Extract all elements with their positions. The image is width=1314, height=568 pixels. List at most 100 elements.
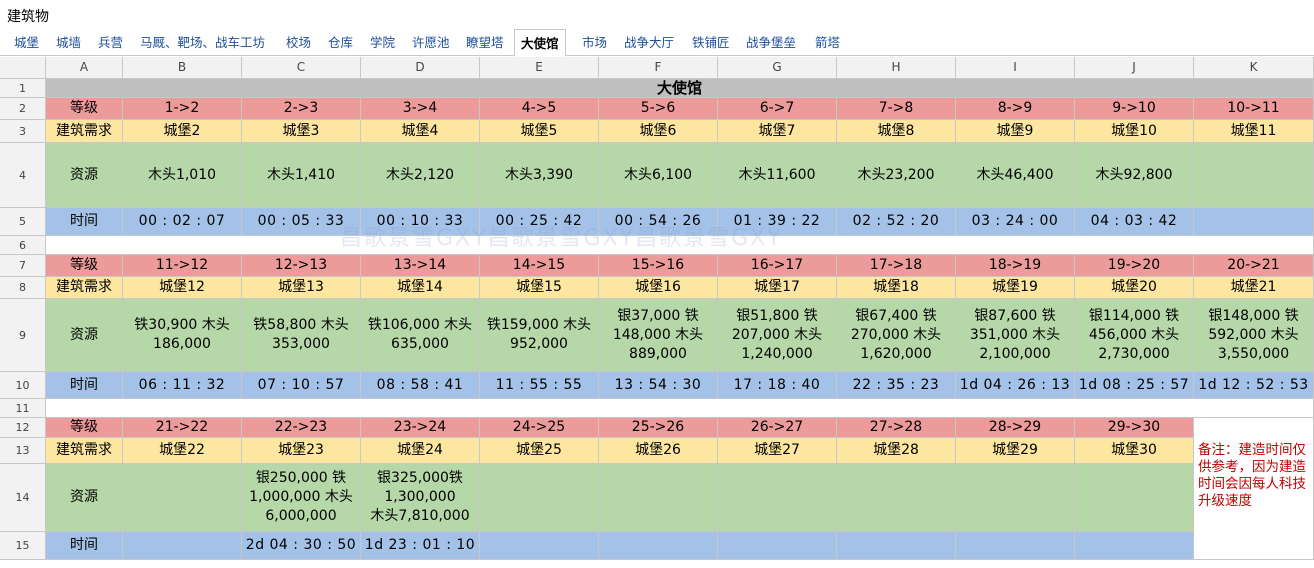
column-header-K[interactable]: K — [1194, 57, 1314, 79]
time-cell[interactable]: 17 : 18 : 40 — [718, 372, 837, 399]
level-cell[interactable]: 3->4 — [361, 98, 480, 120]
level-cell[interactable]: 16->17 — [718, 255, 837, 277]
row-header-13[interactable]: 13 — [0, 438, 46, 464]
time-cell[interactable]: 08 : 58 : 41 — [361, 372, 480, 399]
row-header-12[interactable]: 12 — [0, 418, 46, 438]
level-cell[interactable]: 6->7 — [718, 98, 837, 120]
requirement-cell[interactable]: 城堡6 — [599, 120, 718, 143]
tab-7[interactable]: 学院 — [370, 30, 395, 56]
time-label-cell[interactable]: 时间 — [46, 372, 123, 399]
note-cell[interactable]: 备注：建造时间仅供参考，因为建造时间会因每人科技升级速度 — [1194, 418, 1314, 560]
time-cell[interactable]: 00 : 54 : 26 — [599, 208, 718, 236]
resources-label-cell[interactable]: 资源 — [46, 464, 123, 532]
resources-cell[interactable]: 银250,000 铁 1,000,000 木头 6,000,000 — [242, 464, 361, 532]
resources-cell[interactable]: 木头3,390 — [480, 143, 599, 208]
level-cell[interactable]: 24->25 — [480, 418, 599, 438]
requirement-cell[interactable]: 城堡17 — [718, 277, 837, 299]
column-header-J[interactable]: J — [1075, 57, 1194, 79]
tab-5[interactable]: 校场 — [286, 30, 311, 56]
tab-14[interactable]: 战争堡垒 — [746, 30, 796, 56]
level-cell[interactable]: 12->13 — [242, 255, 361, 277]
resources-cell[interactable]: 铁30,900 木头 186,000 — [123, 299, 242, 372]
column-header-D[interactable]: D — [361, 57, 480, 79]
resources-cell[interactable]: 木头6,100 — [599, 143, 718, 208]
resources-cell[interactable] — [837, 464, 956, 532]
tab-2[interactable]: 城墙 — [56, 30, 81, 56]
requirement-cell[interactable]: 城堡12 — [123, 277, 242, 299]
tab-10[interactable]: 大使馆 — [514, 29, 566, 57]
time-cell[interactable]: 07 : 10 : 57 — [242, 372, 361, 399]
resources-label-cell[interactable]: 资源 — [46, 143, 123, 208]
time-cell[interactable] — [1194, 208, 1314, 236]
time-cell[interactable]: 04 : 03 : 42 — [1075, 208, 1194, 236]
requirement-cell[interactable]: 城堡14 — [361, 277, 480, 299]
requirement-cell[interactable]: 城堡24 — [361, 438, 480, 464]
requirement-label-cell[interactable]: 建筑需求 — [46, 120, 123, 143]
time-cell[interactable]: 01 : 39 : 22 — [718, 208, 837, 236]
level-cell[interactable]: 22->23 — [242, 418, 361, 438]
time-cell[interactable] — [1075, 532, 1194, 560]
row-header-2[interactable]: 2 — [0, 98, 46, 120]
level-cell[interactable]: 13->14 — [361, 255, 480, 277]
time-cell[interactable] — [123, 532, 242, 560]
requirement-cell[interactable]: 城堡21 — [1194, 277, 1314, 299]
requirement-cell[interactable]: 城堡10 — [1075, 120, 1194, 143]
level-cell[interactable]: 25->26 — [599, 418, 718, 438]
level-cell[interactable]: 9->10 — [1075, 98, 1194, 120]
tab-1[interactable]: 城堡 — [14, 30, 39, 56]
resources-cell[interactable]: 铁58,800 木头 353,000 — [242, 299, 361, 372]
row-header-8[interactable]: 8 — [0, 277, 46, 299]
resources-cell[interactable] — [123, 464, 242, 532]
tab-13[interactable]: 铁铺匠 — [692, 30, 730, 56]
row-header-11[interactable]: 11 — [0, 399, 46, 418]
requirement-cell[interactable]: 城堡11 — [1194, 120, 1314, 143]
resources-cell[interactable]: 银114,000 铁 456,000 木头 2,730,000 — [1075, 299, 1194, 372]
time-cell[interactable] — [837, 532, 956, 560]
level-label-cell[interactable]: 等级 — [46, 418, 123, 438]
requirement-cell[interactable]: 城堡13 — [242, 277, 361, 299]
blank-row-6[interactable] — [46, 236, 1314, 255]
resources-cell[interactable] — [718, 464, 837, 532]
time-cell[interactable]: 00 : 10 : 33 — [361, 208, 480, 236]
tab-15[interactable]: 箭塔 — [815, 30, 840, 56]
row-header-14[interactable]: 14 — [0, 464, 46, 532]
resources-cell[interactable]: 银87,600 铁 351,000 木头 2,100,000 — [956, 299, 1075, 372]
resources-cell[interactable]: 铁106,000 木头 635,000 — [361, 299, 480, 372]
level-cell[interactable]: 8->9 — [956, 98, 1075, 120]
level-cell[interactable]: 2->3 — [242, 98, 361, 120]
resources-cell[interactable]: 铁159,000 木头 952,000 — [480, 299, 599, 372]
row-header-7[interactable]: 7 — [0, 255, 46, 277]
time-cell[interactable]: 22 : 35 : 23 — [837, 372, 956, 399]
time-cell[interactable]: 00 : 02 : 07 — [123, 208, 242, 236]
requirement-cell[interactable]: 城堡16 — [599, 277, 718, 299]
level-cell[interactable]: 10->11 — [1194, 98, 1314, 120]
row-header-9[interactable]: 9 — [0, 299, 46, 372]
tab-4[interactable]: 马厩、靶场、战车工坊 — [140, 30, 265, 56]
level-cell[interactable]: 28->29 — [956, 418, 1075, 438]
requirement-cell[interactable]: 城堡29 — [956, 438, 1075, 464]
resources-cell[interactable]: 木头23,200 — [837, 143, 956, 208]
level-cell[interactable]: 4->5 — [480, 98, 599, 120]
resources-cell[interactable] — [480, 464, 599, 532]
requirement-cell[interactable]: 城堡3 — [242, 120, 361, 143]
row-header-10[interactable]: 10 — [0, 372, 46, 399]
level-cell[interactable]: 1->2 — [123, 98, 242, 120]
resources-cell[interactable]: 木头11,600 — [718, 143, 837, 208]
requirement-cell[interactable]: 城堡25 — [480, 438, 599, 464]
blank-row-11[interactable] — [46, 399, 1314, 418]
resources-cell[interactable]: 木头92,800 — [1075, 143, 1194, 208]
resources-cell[interactable]: 木头2,120 — [361, 143, 480, 208]
time-cell[interactable]: 1d 23 : 01 : 10 — [361, 532, 480, 560]
time-cell[interactable] — [956, 532, 1075, 560]
level-cell[interactable]: 15->16 — [599, 255, 718, 277]
column-header-B[interactable]: B — [123, 57, 242, 79]
level-cell[interactable]: 26->27 — [718, 418, 837, 438]
requirement-cell[interactable]: 城堡22 — [123, 438, 242, 464]
time-label-cell[interactable]: 时间 — [46, 208, 123, 236]
tab-3[interactable]: 兵营 — [98, 30, 123, 56]
tab-9[interactable]: 瞭望塔 — [466, 30, 504, 56]
row-header-4[interactable]: 4 — [0, 143, 46, 208]
time-cell[interactable]: 03 : 24 : 00 — [956, 208, 1075, 236]
column-header-G[interactable]: G — [718, 57, 837, 79]
time-cell[interactable]: 00 : 25 : 42 — [480, 208, 599, 236]
